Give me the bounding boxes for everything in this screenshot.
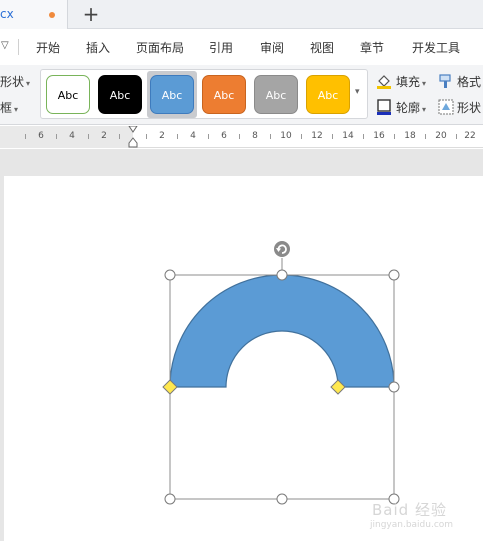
resize-handle-bottom[interactable]: [276, 493, 288, 505]
resize-handle-top-left[interactable]: [164, 269, 176, 281]
resize-handle-bottom-left[interactable]: [164, 493, 176, 505]
resize-handle-top[interactable]: [276, 269, 288, 281]
resize-handle-top-right[interactable]: [388, 269, 400, 281]
rotate-icon[interactable]: [274, 241, 290, 257]
watermark-url: jingyan.baidu.com: [370, 520, 454, 530]
block-arc-shape[interactable]: [169, 274, 395, 388]
resize-handle-right[interactable]: [388, 381, 400, 393]
watermark-logo: Baid 经验: [372, 501, 447, 519]
shape-canvas: [162, 241, 400, 505]
